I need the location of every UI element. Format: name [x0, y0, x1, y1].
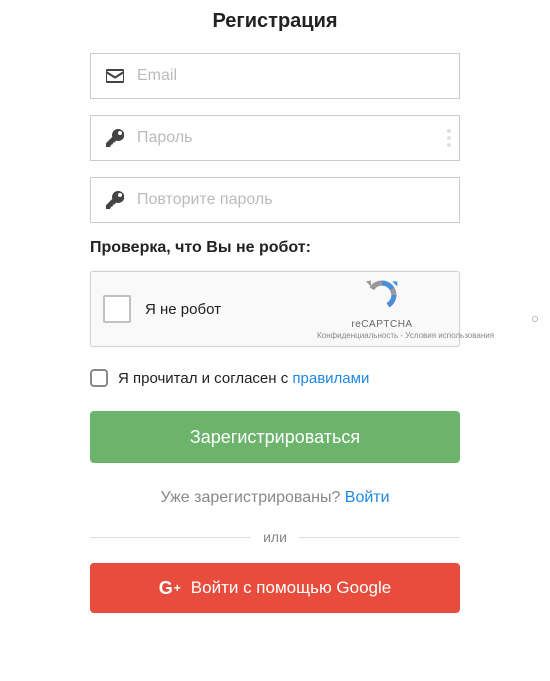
recaptcha-links[interactable]: Конфиденциальность - Условия использован…: [317, 331, 447, 340]
recaptcha-label: Я не робот: [145, 301, 317, 318]
password-input[interactable]: [137, 129, 445, 147]
terms-link[interactable]: правилами: [292, 370, 369, 387]
side-indicator-icon: [532, 316, 538, 322]
recaptcha-brand: reCAPTCHA Конфиденциальность - Условия и…: [317, 278, 447, 340]
register-button[interactable]: Зарегистрироваться: [90, 411, 460, 463]
terms-row: Я прочитал и согласен с правилами: [90, 369, 460, 387]
google-button-label: Войти с помощью Google: [191, 578, 391, 598]
divider: или: [90, 529, 460, 545]
email-input[interactable]: [137, 67, 445, 85]
already-registered-row: Уже зарегистрированы? Войти: [90, 489, 460, 507]
divider-text: или: [263, 529, 287, 545]
password-input-group[interactable]: [90, 115, 460, 161]
google-plus-icon: G+: [159, 578, 181, 599]
recaptcha-icon: [365, 278, 399, 312]
divider-line: [299, 537, 460, 538]
google-login-button[interactable]: G+ Войти с помощью Google: [90, 563, 460, 613]
more-vertical-icon[interactable]: [447, 129, 451, 147]
key-icon: [105, 190, 125, 210]
login-link[interactable]: Войти: [345, 489, 390, 506]
email-input-group[interactable]: [90, 53, 460, 99]
recaptcha-checkbox[interactable]: [103, 295, 131, 323]
password-confirm-input-group[interactable]: [90, 177, 460, 223]
robot-check-label: Проверка, что Вы не робот:: [90, 239, 460, 257]
page-title: Регистрация: [90, 10, 460, 33]
recaptcha-widget[interactable]: Я не робот reCAPTCHA Конфиденциальность …: [90, 271, 460, 347]
recaptcha-brand-name: reCAPTCHA: [317, 319, 447, 330]
envelope-icon: [105, 66, 125, 86]
terms-text: Я прочитал и согласен с правилами: [118, 370, 369, 387]
divider-line: [90, 537, 251, 538]
password-confirm-input[interactable]: [137, 191, 445, 209]
terms-checkbox[interactable]: [90, 369, 108, 387]
key-icon: [105, 128, 125, 148]
